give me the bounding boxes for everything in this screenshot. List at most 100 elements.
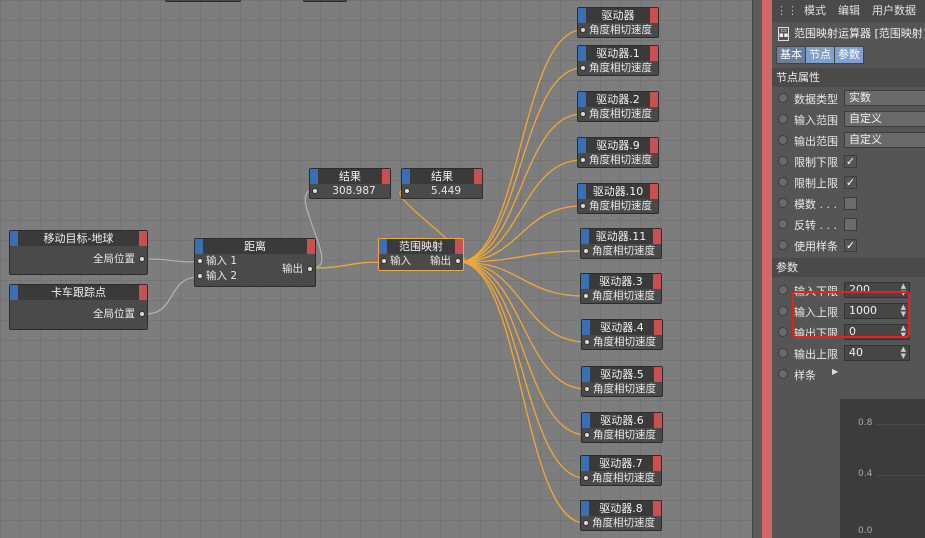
node-driver[interactable]: 驱动器 角度相切速度 bbox=[577, 7, 659, 38]
animate-radio[interactable] bbox=[778, 135, 788, 145]
animate-radio[interactable] bbox=[778, 93, 788, 103]
input-port[interactable] bbox=[583, 293, 589, 299]
input-port-2[interactable] bbox=[197, 273, 203, 279]
node-driver[interactable]: 驱动器.2 角度相切速度 bbox=[577, 91, 659, 122]
input-port[interactable] bbox=[580, 157, 586, 163]
section-params: 参数 bbox=[772, 258, 925, 277]
input-port[interactable] bbox=[404, 188, 410, 194]
wire-mapper-to-driver[interactable] bbox=[458, 261, 587, 343]
animate-radio[interactable] bbox=[778, 285, 788, 295]
input-port[interactable] bbox=[312, 188, 318, 194]
input-port[interactable] bbox=[580, 203, 586, 209]
wire-truck-to-distance[interactable] bbox=[145, 276, 199, 315]
expand-arrow-icon[interactable]: ▶ bbox=[832, 367, 838, 376]
tab-node[interactable]: 节点 bbox=[805, 46, 835, 64]
spline-graph[interactable]: 0.8 0.4 0.0 bbox=[840, 399, 925, 538]
animate-radio[interactable] bbox=[778, 240, 788, 250]
port-label: 全局位置 bbox=[93, 253, 135, 265]
wire-mapper-to-driver[interactable] bbox=[458, 29, 583, 263]
node-title: 结果 bbox=[339, 170, 361, 183]
port-label: 角度相切速度 bbox=[589, 108, 652, 120]
tab-params[interactable]: 参数 bbox=[834, 46, 864, 64]
node-editor-canvas[interactable]: 移动目标-地球 全局位置 卡车跟踪点 全局位置 距离 输入 1 输入 2 输出 … bbox=[0, 0, 752, 538]
input-port[interactable] bbox=[381, 258, 387, 264]
node-move-target[interactable]: 移动目标-地球 全局位置 bbox=[9, 230, 148, 275]
animate-radio[interactable] bbox=[778, 327, 788, 337]
port-label: 全局位置 bbox=[93, 308, 135, 320]
node-driver[interactable]: 驱动器.8 角度相切速度 bbox=[580, 500, 662, 531]
prop-data-type: 数据类型 实数 bbox=[772, 88, 925, 109]
node-title: 驱动器.9 bbox=[596, 139, 640, 152]
spinner-icon[interactable]: ▲ ▼ bbox=[901, 346, 906, 360]
input-port[interactable] bbox=[580, 27, 586, 33]
input-port[interactable] bbox=[584, 432, 590, 438]
node-result-2[interactable]: 结果 5.449 bbox=[401, 168, 483, 199]
animate-radio[interactable] bbox=[778, 114, 788, 124]
node-driver[interactable]: 驱动器.11 角度相切速度 bbox=[580, 228, 662, 259]
input-port[interactable] bbox=[584, 339, 590, 345]
wire-mapper-to-driver[interactable] bbox=[458, 261, 587, 436]
graph-tick: 0.4 bbox=[858, 469, 873, 479]
wire-target-to-distance[interactable] bbox=[145, 258, 199, 263]
input-port[interactable] bbox=[580, 111, 586, 117]
node-driver[interactable]: 驱动器.9 角度相切速度 bbox=[577, 137, 659, 168]
clamp-lower-checkbox[interactable]: ✓ bbox=[844, 155, 857, 168]
menu-mode[interactable]: 模式 bbox=[804, 4, 826, 17]
wire-mapper-to-driver[interactable] bbox=[458, 67, 583, 263]
partial-node-top-mid[interactable] bbox=[303, 0, 347, 2]
port-label: 角度相切速度 bbox=[589, 24, 652, 36]
use-spline-checkbox[interactable]: ✓ bbox=[844, 239, 857, 252]
tab-basic[interactable]: 基本 bbox=[776, 46, 806, 64]
reverse-checkbox[interactable] bbox=[844, 218, 857, 231]
panel-edge-bar bbox=[762, 0, 772, 538]
data-type-dropdown[interactable]: 实数 bbox=[844, 90, 925, 106]
output-upper-field[interactable]: 40 ▲ ▼ bbox=[844, 345, 910, 361]
prop-reverse: 反转 . . . bbox=[772, 214, 925, 235]
input-port[interactable] bbox=[584, 386, 590, 392]
partial-node-top-left[interactable] bbox=[165, 0, 241, 2]
animate-radio[interactable] bbox=[778, 156, 788, 166]
node-truck-track[interactable]: 卡车跟踪点 全局位置 bbox=[9, 284, 148, 330]
clamp-upper-checkbox[interactable]: ✓ bbox=[844, 176, 857, 189]
input-port[interactable] bbox=[583, 520, 589, 526]
animate-radio[interactable] bbox=[778, 369, 788, 379]
node-driver[interactable]: 驱动器.4 角度相切速度 bbox=[581, 319, 663, 350]
port-label: 输入 bbox=[390, 255, 411, 267]
animate-radio[interactable] bbox=[778, 198, 788, 208]
node-distance[interactable]: 距离 输入 1 输入 2 输出 bbox=[194, 238, 316, 287]
output-port[interactable] bbox=[139, 311, 145, 317]
node-driver[interactable]: 驱动器.5 角度相切速度 bbox=[581, 366, 663, 397]
node-title: 驱动器.8 bbox=[599, 502, 643, 515]
menu-bar: ⋮⋮ 模式 编辑 用户数据 bbox=[772, 0, 925, 22]
animate-radio[interactable] bbox=[778, 177, 788, 187]
animate-radio[interactable] bbox=[778, 306, 788, 316]
output-port[interactable] bbox=[139, 256, 145, 262]
input-port-1[interactable] bbox=[197, 258, 203, 264]
input-port[interactable] bbox=[583, 248, 589, 254]
highlight-box bbox=[792, 291, 910, 338]
input-port[interactable] bbox=[583, 475, 589, 481]
node-result-1[interactable]: 结果 308.987 bbox=[309, 168, 391, 199]
animate-radio[interactable] bbox=[778, 219, 788, 229]
prop-output-range: 输出范围 自定义 bbox=[772, 130, 925, 151]
node-range-mapper[interactable]: 范围映射 输入 输出 bbox=[378, 238, 464, 271]
param-spline: 样条 ▶ bbox=[772, 364, 925, 385]
node-driver[interactable]: 驱动器.10 角度相切速度 bbox=[577, 183, 659, 214]
modulo-checkbox[interactable] bbox=[844, 197, 857, 210]
calculator-icon: ▭ ▪▪ bbox=[778, 26, 789, 41]
input-port[interactable] bbox=[580, 65, 586, 71]
output-range-dropdown[interactable]: 自定义 bbox=[844, 132, 925, 148]
node-driver[interactable]: 驱动器.6 角度相切速度 bbox=[581, 412, 663, 443]
menu-user-data[interactable]: 用户数据 bbox=[872, 4, 916, 17]
wire-distance-to-mapper[interactable] bbox=[312, 261, 383, 269]
menu-edit[interactable]: 编辑 bbox=[838, 4, 860, 17]
output-port[interactable] bbox=[455, 258, 461, 264]
node-title: 结果 bbox=[431, 170, 453, 183]
animate-radio[interactable] bbox=[778, 348, 788, 358]
output-port[interactable] bbox=[307, 266, 313, 272]
input-range-dropdown[interactable]: 自定义 bbox=[844, 111, 925, 127]
param-output-upper: 输出上限 40 ▲ ▼ bbox=[772, 343, 925, 364]
node-driver[interactable]: 驱动器.7 角度相切速度 bbox=[580, 455, 662, 486]
node-driver[interactable]: 驱动器.3 角度相切速度 bbox=[580, 273, 662, 304]
node-driver[interactable]: 驱动器.1 角度相切速度 bbox=[577, 45, 659, 76]
